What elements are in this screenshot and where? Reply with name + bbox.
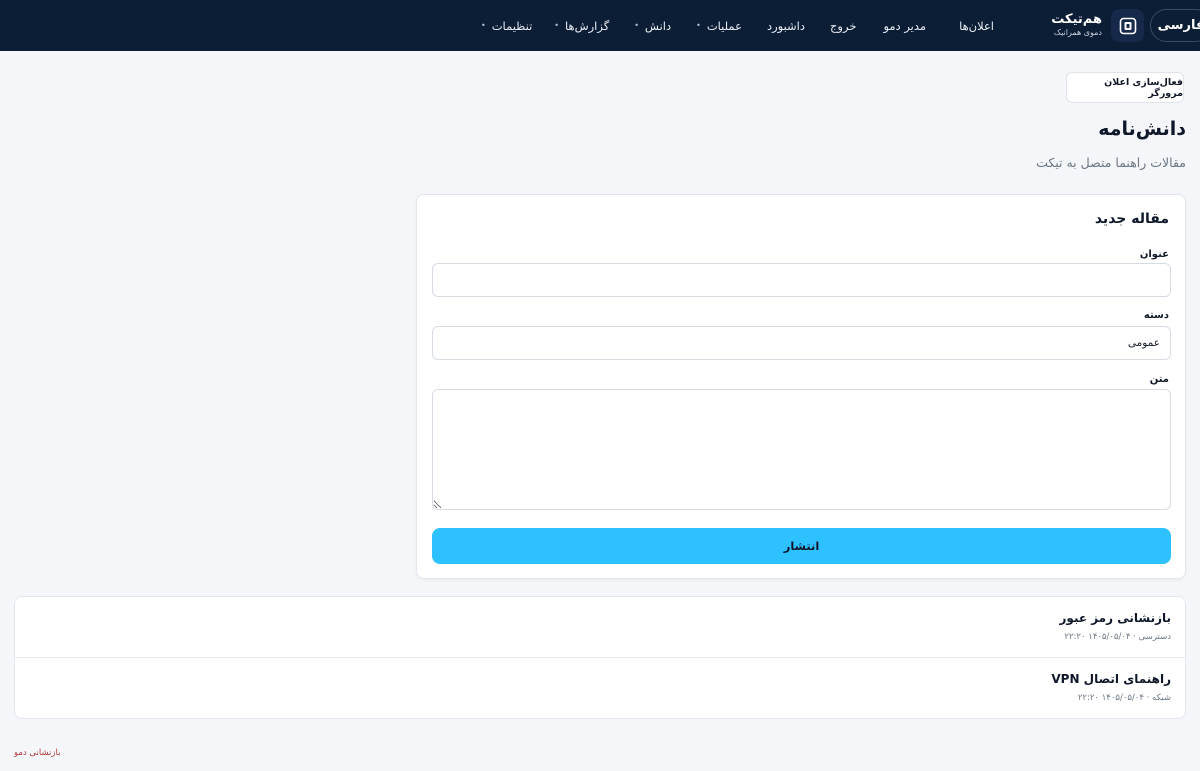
- dropdown-dot-icon: •: [634, 21, 639, 30]
- brand-name: هم‌تیکت: [1051, 12, 1102, 27]
- nav-item-operations[interactable]: عملیات •: [696, 19, 742, 33]
- articles-list: بازنشانی رمز عبور دسترسی · ۱۴۰۵/۰۵/۰۴ ۲۲…: [14, 596, 1186, 719]
- nav-item-settings[interactable]: تنظیمات •: [481, 19, 532, 33]
- language-toggle-button[interactable]: فارسی: [1150, 9, 1200, 42]
- body-label: متن: [1149, 374, 1169, 385]
- article-title-input[interactable]: [432, 263, 1171, 297]
- article-category-input[interactable]: [432, 326, 1171, 360]
- category-label: دسته: [1143, 310, 1169, 321]
- article-body-textarea[interactable]: [432, 389, 1171, 510]
- title-label: عنوان: [1139, 249, 1169, 260]
- article-meta: شبکه · ۱۴۰۵/۰۵/۰۴ ۲۲:۲۰: [1077, 693, 1171, 703]
- ticket-logo-icon: [1119, 17, 1136, 34]
- list-item[interactable]: راهنمای اتصال VPN شبکه · ۱۴۰۵/۰۵/۰۴ ۲۲:۲…: [15, 658, 1185, 718]
- dropdown-dot-icon: •: [554, 21, 560, 30]
- page-subtitle: مقالات راهنما متصل به تیکت: [1036, 155, 1186, 170]
- list-item[interactable]: بازنشانی رمز عبور دسترسی · ۱۴۰۵/۰۵/۰۴ ۲۲…: [15, 597, 1185, 658]
- dropdown-dot-icon: •: [481, 21, 486, 30]
- article-meta: دسترسی · ۱۴۰۵/۰۵/۰۴ ۲۲:۲۰: [1064, 632, 1171, 642]
- reset-demo-link[interactable]: بازنشانی دمو: [14, 748, 60, 758]
- page-title: دانش‌نامه: [1098, 118, 1186, 140]
- enable-browser-notifications-button[interactable]: فعال‌سازی اعلان مرورگر: [1066, 72, 1184, 103]
- nav-item-knowledge[interactable]: دانش •: [634, 19, 671, 33]
- brand-subtitle: دموی همرانیک: [1053, 28, 1102, 37]
- nav-item-notifications[interactable]: اعلان‌ها: [959, 19, 994, 33]
- publish-button[interactable]: انتشار: [432, 528, 1171, 564]
- new-article-card: مقاله جدید عنوان دسته متن انتشار: [416, 194, 1186, 579]
- article-title: راهنمای اتصال VPN: [1051, 672, 1171, 686]
- brand-logo[interactable]: [1111, 9, 1144, 42]
- dropdown-dot-icon: •: [696, 21, 701, 30]
- brand: هم‌تیکت دموی همرانیک: [1051, 12, 1102, 38]
- nav-item-logout[interactable]: خروج: [830, 19, 856, 33]
- nav-item-demo-admin[interactable]: مدیر دمو: [883, 19, 926, 33]
- article-title: بازنشانی رمز عبور: [1059, 611, 1171, 625]
- main-nav: اعلان‌ها مدیر دمو خروج داشبورد عملیات • د…: [481, 0, 994, 51]
- new-article-title: مقاله جدید: [1094, 211, 1169, 227]
- nav-item-dashboard[interactable]: داشبورد: [767, 19, 805, 33]
- top-navbar: فارسی هم‌تیکت دموی همرانیک اعلان‌ها مدیر…: [0, 0, 1200, 51]
- nav-item-reports[interactable]: گزارش‌ها •: [554, 19, 609, 33]
